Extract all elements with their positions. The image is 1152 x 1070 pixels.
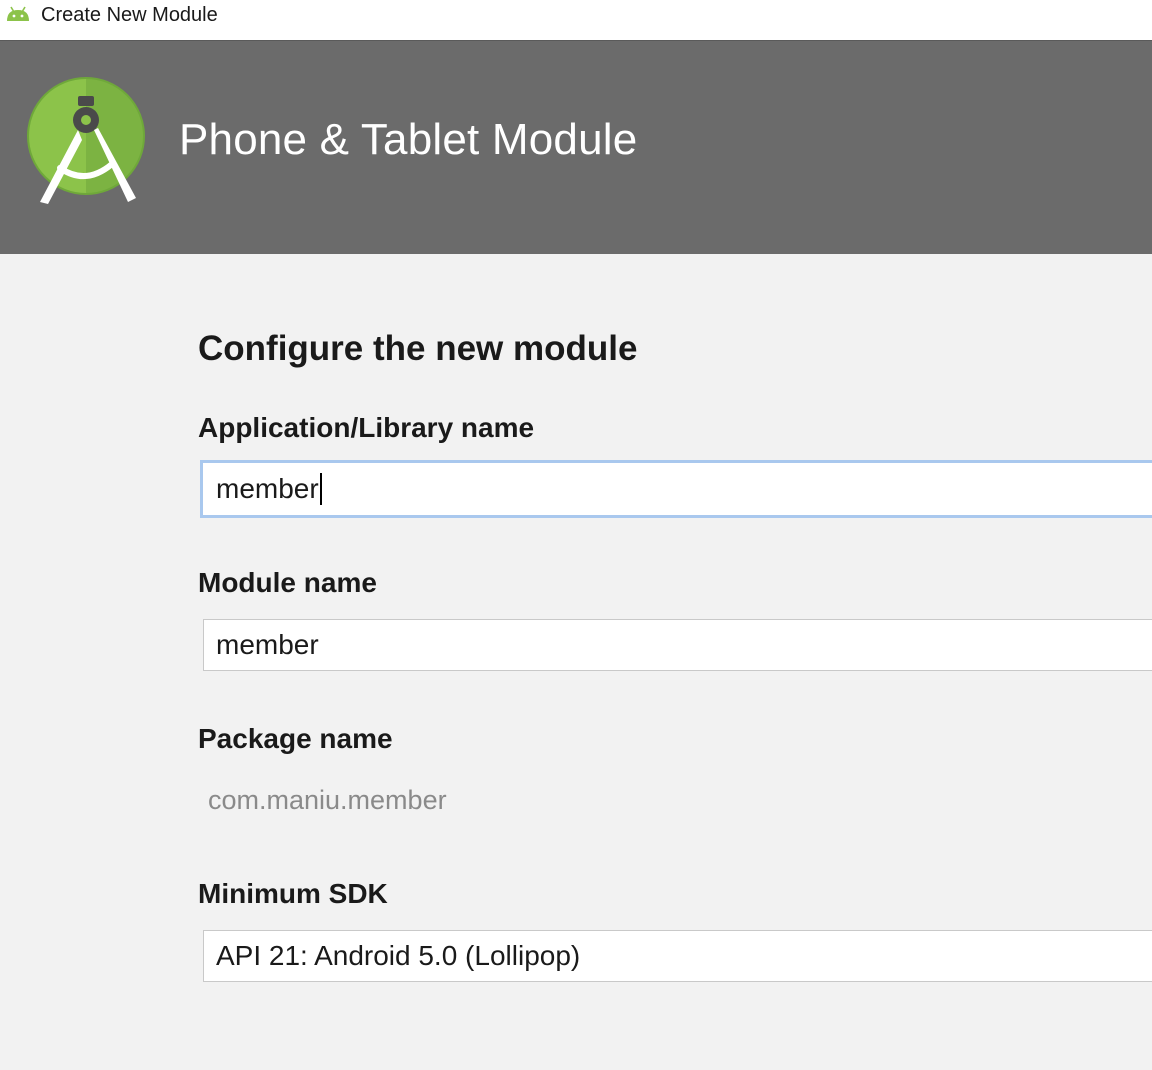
wizard-banner: Phone & Tablet Module xyxy=(0,40,1152,254)
min-sdk-value: API 21: Android 5.0 (Lollipop) xyxy=(216,940,581,971)
android-icon xyxy=(7,6,29,21)
form-panel: Configure the new module Application/Lib… xyxy=(0,254,1152,1070)
text-caret xyxy=(319,472,322,505)
module-name-input[interactable]: member xyxy=(203,619,1152,671)
app-name-input[interactable]: member xyxy=(200,460,1152,518)
window-titlebar: Create New Module xyxy=(0,0,1152,40)
android-studio-logo-icon xyxy=(27,77,145,204)
banner-title: Phone & Tablet Module xyxy=(179,115,638,164)
min-sdk-select[interactable]: API 21: Android 5.0 (Lollipop) xyxy=(203,930,1152,982)
module-name-label: Module name xyxy=(198,567,377,598)
window-title: Create New Module xyxy=(41,4,218,26)
app-name-label: Application/Library name xyxy=(198,412,535,443)
page-heading: Configure the new module xyxy=(198,329,638,368)
package-name-value[interactable]: com.maniu.member xyxy=(208,785,447,816)
module-name-value: member xyxy=(216,629,319,660)
package-name-label: Package name xyxy=(198,723,393,754)
min-sdk-label: Minimum SDK xyxy=(198,878,388,909)
app-name-value: member xyxy=(216,473,319,504)
